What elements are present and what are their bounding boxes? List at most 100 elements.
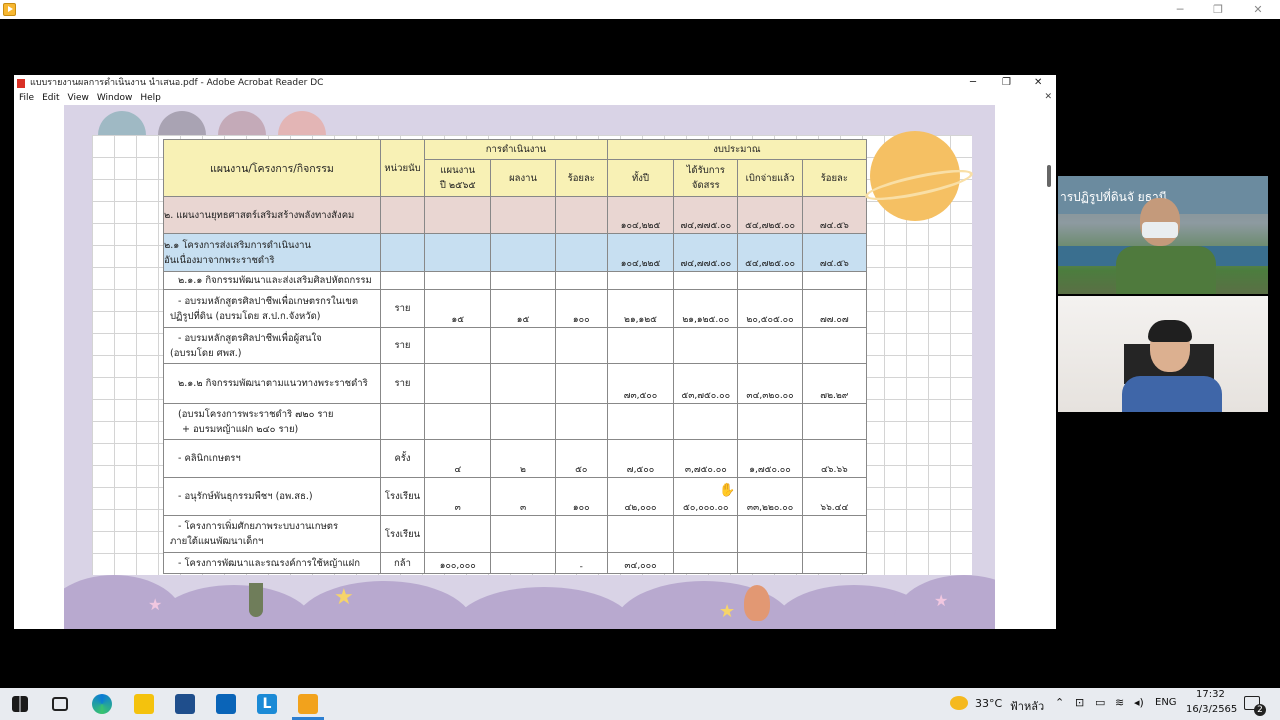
cell-unit (379, 233, 426, 272)
cell-target (424, 363, 492, 404)
cell-pct (554, 271, 608, 290)
webcam-tile-2 (1058, 296, 1268, 412)
edge-browser-icon[interactable] (92, 694, 112, 714)
menu-view[interactable]: View (68, 91, 89, 105)
minimize-button[interactable]: ─ (1160, 1, 1200, 18)
header-disbursed: เบิกจ่ายแล้ว (737, 159, 803, 197)
header-target-line2: ปี ๒๕๖๕ (439, 180, 476, 191)
cell-pct2: ๔๖.๖๖ (801, 439, 868, 478)
cell-spent: ๑,๗๕๐.๐๐ (737, 439, 803, 478)
cell-alloc: ๗๔,๗๗๕.๐๐ (673, 233, 739, 272)
cell-target (424, 327, 492, 364)
cell-result (490, 196, 556, 234)
clock-date[interactable]: 16/3/2565 (1186, 704, 1237, 715)
cell-year: ๒๑,๑๒๕ (606, 289, 675, 328)
cell-pct (554, 233, 608, 272)
language-indicator[interactable]: ENG (1155, 697, 1177, 708)
close-button[interactable]: ✕ (1238, 1, 1278, 18)
cell-year: ๓๔,๐๐๐ (606, 552, 675, 574)
cell-unit (379, 403, 426, 440)
menu-window[interactable]: Window (97, 91, 133, 105)
video-player-taskbar-icon[interactable] (298, 694, 318, 714)
table-row: - อบรมหลักสูตรศิลปาชีพเพื่อเกษตรกรในเขตป… (163, 289, 868, 328)
row-name-line1: - อบรมหลักสูตรศิลปาชีพเพื่อผู้สนใจ (178, 332, 322, 344)
acrobat-titlebar: แบบรายงานผลการดำเนินงาน นำเสนอ.pdf - Ado… (14, 75, 1056, 91)
weather-text[interactable]: ฟ้าหลัว (1010, 697, 1044, 715)
test-tube-icon (249, 583, 263, 617)
cell-pct2 (801, 515, 868, 553)
clock-time[interactable]: 17:32 (1196, 689, 1225, 700)
task-view-icon[interactable] (52, 697, 68, 711)
volume-icon[interactable]: ◂) (1134, 696, 1144, 709)
cloud-decoration (154, 585, 314, 629)
table-row: (อบรมโครงการพระราชดำริ ๗๒๐ ราย + อบรมหญ้า… (163, 403, 868, 440)
star-icon: ★ (719, 601, 736, 622)
cell-unit: โรงเรียน (379, 515, 426, 553)
chevron-up-icon[interactable]: ⌃ (1055, 696, 1064, 709)
vertical-scrollbar-thumb[interactable] (1047, 165, 1051, 187)
cell-alloc (673, 552, 739, 574)
row-name-line1: (อบรมโครงการพระราชดำริ ๗๒๐ ราย (178, 408, 334, 420)
line-app-icon[interactable]: L (257, 694, 277, 714)
cell-result: ๓ (490, 477, 556, 516)
row-name-line1: - โครงการเพิ่มศักยภาพระบบงานเกษตร (178, 521, 339, 532)
security-icon[interactable]: ⊡ (1075, 696, 1084, 709)
header-target-line1: แผนงาน (440, 165, 476, 176)
cell-result (490, 271, 556, 290)
acrobat-restore-button[interactable]: ❐ (1002, 75, 1011, 91)
player-app-icon (3, 3, 16, 16)
cell-pct2: ๗๗.๐๗ (801, 289, 868, 328)
person-body (1116, 246, 1216, 294)
flask-icon (744, 585, 770, 621)
cell-result (490, 403, 556, 440)
row-name: - โครงการพัฒนาและรณรงค์การใช้หญ้าแฝก (163, 552, 381, 574)
cell-alloc: ๒๑,๑๒๕.๐๐ (673, 289, 739, 328)
face-mask (1142, 222, 1178, 238)
document-area[interactable]: ★ ★ ★ ★ แผนงาน/โครงการ/กิจกรรม หน่วยนับ … (14, 105, 1056, 629)
row-name-line1: - อบรมหลักสูตรศิลปาชีพเพื่อเกษตรกรในเขต (178, 295, 359, 307)
weather-icon[interactable] (950, 696, 968, 710)
row-name-line2: (อบรมโดย ศพส.) (170, 347, 242, 359)
menu-edit[interactable]: Edit (42, 91, 59, 105)
cell-pct2: ๗๔.๕๖ (801, 196, 868, 234)
acrobat-minimize-button[interactable]: ─ (970, 75, 976, 91)
mail-icon[interactable] (216, 694, 236, 714)
menu-help[interactable]: Help (140, 91, 161, 105)
wifi-icon[interactable]: ≋ (1115, 696, 1124, 709)
cell-pct (554, 327, 608, 364)
document-close-icon[interactable]: ✕ (1044, 92, 1052, 102)
cell-pct: ๑๐๐ (554, 477, 608, 516)
person-body (1122, 376, 1222, 412)
acrobat-window: แบบรายงานผลการดำเนินงาน นำเสนอ.pdf - Ado… (14, 75, 1056, 629)
cell-alloc (673, 271, 739, 290)
table-row: ๒.๑ โครงการส่งเสริมการดำเนินงาน อันเนื่อง… (163, 233, 868, 272)
windows-start-icon[interactable] (12, 696, 28, 712)
person-hair (1148, 320, 1192, 342)
row-name: ๒. แผนงานยุทธศาสตร์เสริมสร้างพลังทางสังค… (163, 196, 381, 234)
maximize-button[interactable]: ❐ (1198, 1, 1238, 18)
cell-target: ๓ (424, 477, 492, 516)
cell-target: ๔ (424, 439, 492, 478)
cell-pct: ๕๐ (554, 439, 608, 478)
cell-unit (379, 271, 426, 290)
cell-year: ๑๐๔,๒๒๕ (606, 196, 675, 234)
menu-file[interactable]: File (19, 91, 34, 105)
cell-unit: กล้า (379, 552, 426, 574)
notification-count: 2 (1254, 704, 1266, 716)
acrobat-close-button[interactable]: ✕ (1034, 75, 1042, 91)
cell-spent (737, 515, 803, 553)
header-plan: แผนงาน/โครงการ/กิจกรรม (163, 139, 381, 197)
cell-pct2: ๗๒.๒๙ (801, 363, 868, 404)
file-explorer-icon[interactable] (134, 694, 154, 714)
cell-unit: ราย (379, 289, 426, 328)
cell-target (424, 271, 492, 290)
store-icon[interactable] (175, 694, 195, 714)
cell-spent: ๓๓,๒๒๐.๐๐ (737, 477, 803, 516)
battery-icon[interactable]: ▭ (1095, 696, 1105, 709)
webcam-tile-1: ารปฏิรูปที่ดินจั ยธานี (1058, 176, 1268, 294)
table-row: - โครงการเพิ่มศักยภาพระบบงานเกษตร ภายใต้แ… (163, 515, 868, 553)
weather-temp[interactable]: 33°C (975, 697, 1002, 710)
pdf-page: ★ ★ ★ ★ แผนงาน/โครงการ/กิจกรรม หน่วยนับ … (64, 105, 995, 629)
cell-result (490, 363, 556, 404)
cell-year: ๗๓,๕๐๐ (606, 363, 675, 404)
